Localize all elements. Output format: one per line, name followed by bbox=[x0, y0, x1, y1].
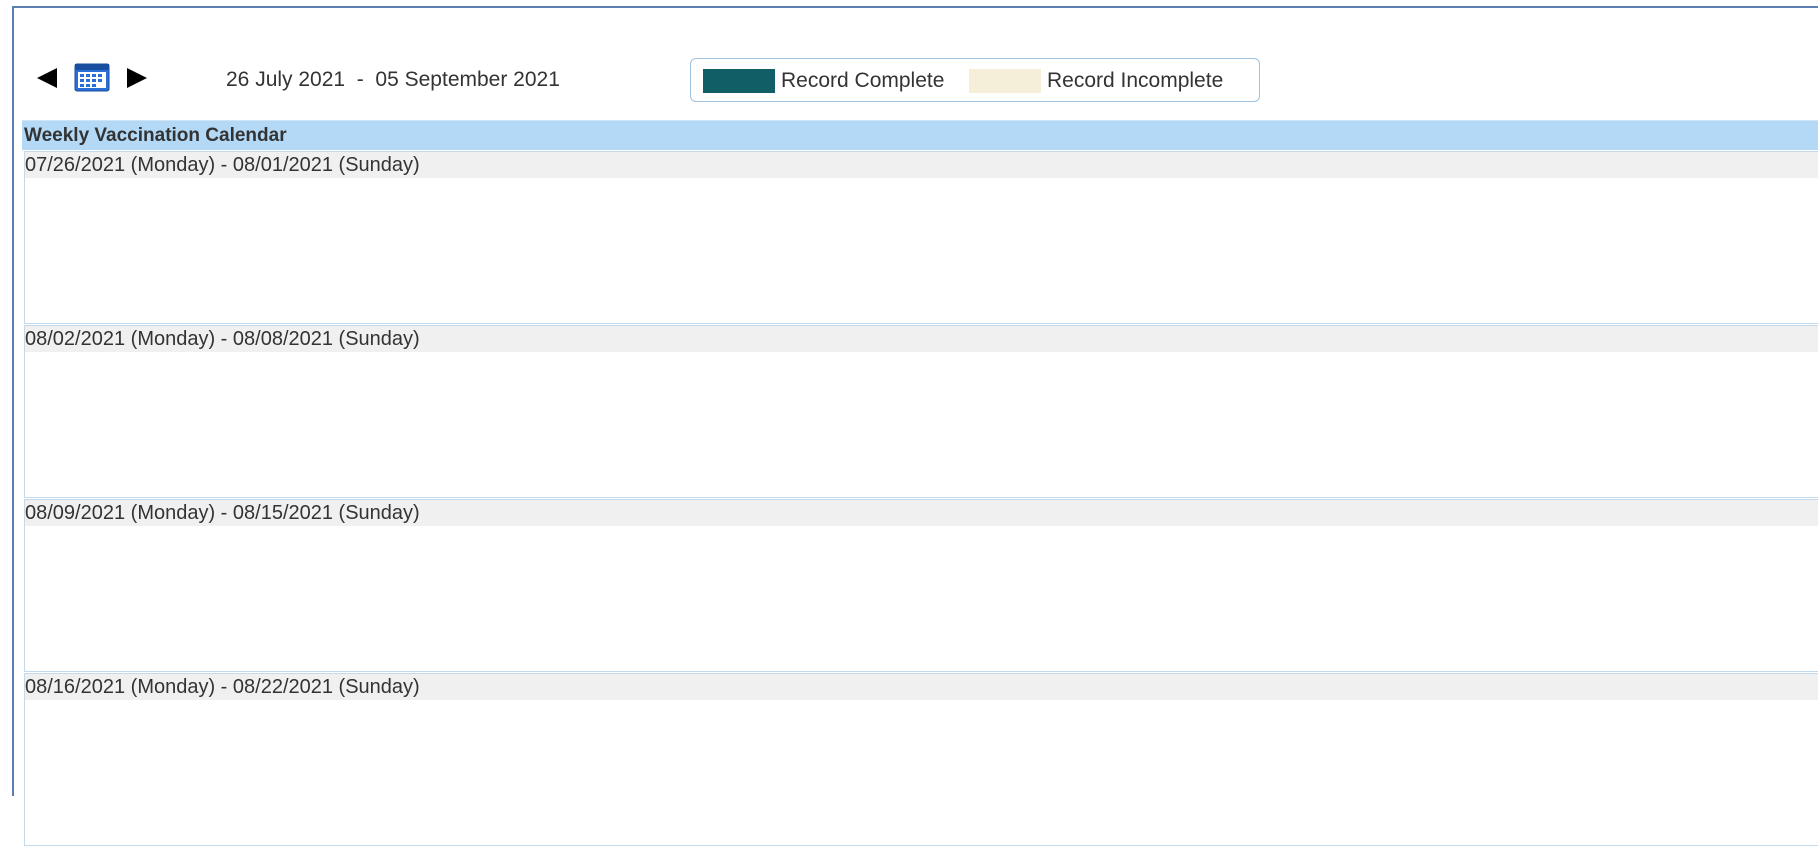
record-complete-swatch bbox=[703, 69, 775, 93]
week-row: 08/02/2021 (Monday) - 08/08/2021 (Sunday… bbox=[24, 325, 1818, 498]
week-row: 07/26/2021 (Monday) - 08/01/2021 (Sunday… bbox=[24, 151, 1818, 324]
record-incomplete-swatch bbox=[969, 69, 1041, 93]
week-label: 07/26/2021 (Monday) - 08/01/2021 (Sunday… bbox=[25, 152, 1818, 178]
week-label: 08/16/2021 (Monday) - 08/22/2021 (Sunday… bbox=[25, 674, 1818, 700]
record-incomplete-label: Record Incomplete bbox=[1047, 69, 1224, 92]
calendar-title: Weekly Vaccination Calendar bbox=[22, 120, 1818, 150]
left-triangle-icon bbox=[37, 68, 57, 88]
calendar-icon bbox=[74, 63, 110, 92]
right-triangle-icon bbox=[127, 68, 147, 88]
week-body[interactable] bbox=[25, 352, 1818, 497]
next-week-button[interactable] bbox=[124, 64, 150, 92]
week-body[interactable] bbox=[25, 700, 1818, 845]
week-body[interactable] bbox=[25, 178, 1818, 323]
week-label: 08/02/2021 (Monday) - 08/08/2021 (Sunday… bbox=[25, 326, 1818, 352]
week-body[interactable] bbox=[25, 526, 1818, 671]
calendar-picker-button[interactable] bbox=[72, 60, 112, 94]
previous-week-button[interactable] bbox=[34, 64, 60, 92]
weekly-vaccination-calendar: Weekly Vaccination Calendar 07/26/2021 (… bbox=[22, 120, 1818, 846]
status-legend: Record Complete Record Incomplete bbox=[690, 58, 1260, 102]
record-complete-label: Record Complete bbox=[781, 69, 945, 92]
week-row: 08/09/2021 (Monday) - 08/15/2021 (Sunday… bbox=[24, 499, 1818, 672]
date-range-label: 26 July 2021 - 05 September 2021 bbox=[226, 68, 560, 91]
week-row: 08/16/2021 (Monday) - 08/22/2021 (Sunday… bbox=[24, 673, 1818, 846]
week-label: 08/09/2021 (Monday) - 08/15/2021 (Sunday… bbox=[25, 500, 1818, 526]
calendar-toolbar: 26 July 2021 - 05 September 2021 Record … bbox=[34, 58, 1260, 106]
